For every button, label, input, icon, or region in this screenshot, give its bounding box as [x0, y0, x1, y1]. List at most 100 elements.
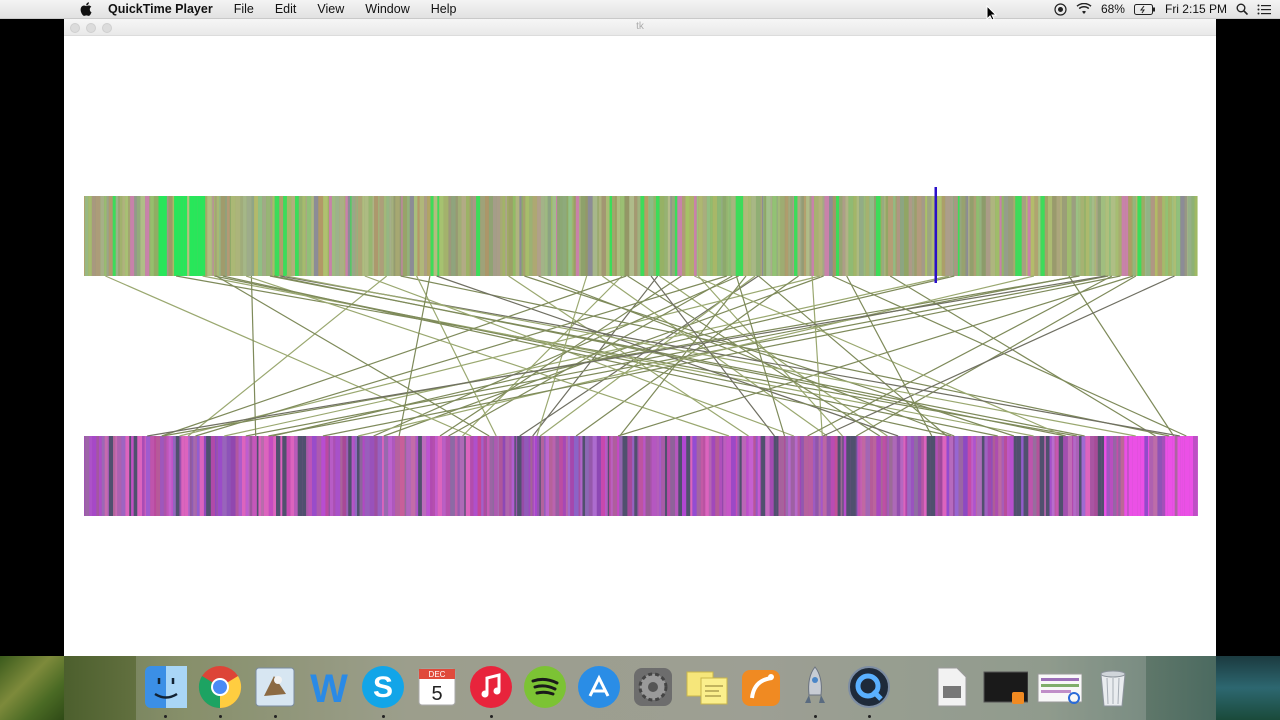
bottom-band-stripe [509, 436, 512, 516]
top-band-stripe [203, 196, 206, 276]
rocket-icon[interactable] [792, 664, 838, 710]
bottom-band-stripe [470, 436, 474, 516]
apple-menu-icon[interactable] [80, 2, 96, 16]
chrome-icon[interactable] [197, 664, 243, 710]
preview-icon[interactable] [1036, 664, 1083, 710]
itunes-icon[interactable] [468, 664, 514, 710]
skype-icon[interactable]: S [360, 664, 406, 710]
minimize-button[interactable] [86, 23, 96, 33]
menu-bar: QuickTime Player File Edit View Window H… [0, 0, 1280, 19]
top-band-stripe [437, 196, 440, 276]
top-band-stripe [941, 196, 946, 276]
bottom-band-stripe [1184, 436, 1190, 516]
bottom-band-stripe [794, 436, 798, 516]
menu-window[interactable]: Window [365, 2, 409, 16]
canvas[interactable] [64, 36, 1216, 659]
bottom-band-stripe [351, 436, 354, 516]
bottom-band-stripe [596, 436, 601, 516]
bottom-band-stripe [1118, 436, 1121, 516]
top-band-stripe [413, 196, 418, 276]
top-band-stripe [762, 196, 764, 276]
bottom-band-stripe [195, 436, 197, 516]
close-button[interactable] [70, 23, 80, 33]
tk-window: tk [64, 19, 1216, 659]
calendar-icon[interactable]: DEC 5 [414, 664, 460, 710]
app-menu[interactable]: QuickTime Player [108, 2, 213, 16]
mail-icon[interactable] [252, 664, 298, 710]
top-band-stripe [616, 196, 621, 276]
terminal-icon[interactable] [982, 664, 1029, 710]
top-band-stripe [1141, 196, 1145, 276]
bottom-band-stripe [773, 436, 777, 516]
top-band-stripe [698, 196, 703, 276]
window-titlebar[interactable]: tk [64, 19, 1216, 36]
top-band-stripe [270, 196, 273, 276]
bottom-band-stripe [494, 436, 498, 516]
top-band-stripe [1091, 196, 1095, 276]
bottom-band-stripe [404, 436, 407, 516]
top-band-stripe [1165, 196, 1169, 276]
top-band-stripe [512, 196, 516, 276]
top-band-stripe [755, 196, 761, 276]
top-color-band[interactable] [84, 196, 1198, 276]
top-band-stripe [212, 196, 214, 276]
top-band-stripe [515, 196, 520, 276]
top-band-stripe [740, 196, 744, 276]
spotify-icon[interactable] [522, 664, 568, 710]
bottom-band-stripe [442, 436, 446, 516]
bottom-band-stripe [738, 436, 740, 516]
clock[interactable]: Fri 2:15 PM [1165, 2, 1227, 16]
bottom-band-stripe [517, 436, 522, 516]
top-band-stripe [916, 196, 922, 276]
bottom-band-stripe [1028, 436, 1033, 516]
bottom-band-stripe [1120, 436, 1125, 516]
spotlight-icon[interactable] [1236, 3, 1248, 15]
bottom-band-stripe [92, 436, 97, 516]
trash-icon[interactable] [1090, 664, 1136, 710]
menu-file[interactable]: File [234, 2, 254, 16]
bottom-band-stripe [311, 436, 317, 516]
menu-view[interactable]: View [317, 2, 344, 16]
alignment-visualization[interactable] [64, 36, 1216, 659]
menu-edit[interactable]: Edit [275, 2, 297, 16]
top-band-stripe [216, 196, 220, 276]
top-band-stripe [211, 196, 213, 276]
bottom-band-stripe [765, 436, 770, 516]
menu-help[interactable]: Help [431, 2, 457, 16]
bottom-band-stripe [608, 436, 611, 516]
bottom-band-stripe [842, 436, 844, 516]
battery-icon[interactable] [1133, 3, 1156, 15]
top-band-stripe [145, 196, 150, 276]
alignment-line [601, 275, 828, 437]
stickies-icon[interactable] [684, 664, 730, 710]
notification-center-icon[interactable] [1257, 4, 1271, 15]
word-icon[interactable]: W [306, 664, 352, 711]
position-marker[interactable] [934, 187, 938, 283]
zoom-button[interactable] [102, 23, 112, 33]
top-band-stripe [235, 196, 241, 276]
top-band-stripe [476, 196, 481, 276]
bottom-band-stripe [1109, 436, 1114, 516]
bottom-color-band[interactable] [84, 436, 1198, 516]
bottom-band-stripe [723, 436, 727, 516]
document-icon[interactable] [928, 664, 974, 710]
top-band-stripe [557, 196, 560, 276]
top-band-stripe [863, 196, 866, 276]
finder-icon[interactable] [143, 664, 189, 710]
app-store-icon[interactable] [576, 664, 622, 710]
wifi-icon[interactable] [1076, 3, 1092, 15]
quicktime-icon[interactable] [846, 664, 892, 710]
bottom-band-stripe [348, 436, 352, 516]
record-status-icon[interactable] [1054, 2, 1067, 16]
system-preferences-icon[interactable] [630, 664, 676, 710]
top-band-stripe [537, 196, 541, 276]
top-band-stripe [829, 196, 833, 276]
bottom-band-stripe [1182, 436, 1185, 516]
app-icon[interactable] [738, 664, 784, 710]
top-band-stripe [580, 196, 586, 276]
top-band-stripe [448, 196, 452, 276]
bottom-band-stripe [815, 436, 819, 516]
bottom-band-stripe [914, 436, 918, 516]
top-band-stripe [1038, 196, 1041, 276]
top-band-stripe [1137, 196, 1142, 276]
